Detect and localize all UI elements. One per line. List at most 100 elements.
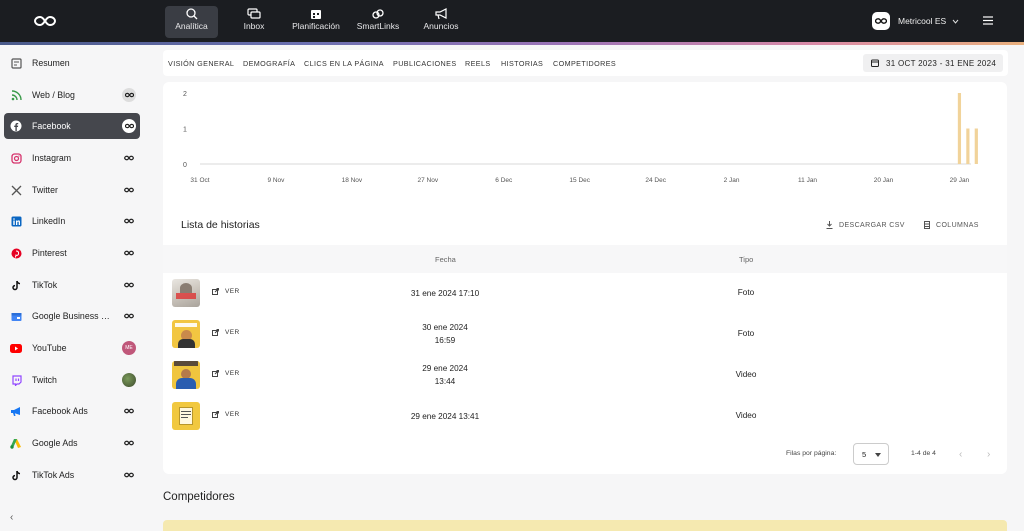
columns-button[interactable]: COLUMNAS — [924, 221, 979, 229]
account-switcher[interactable]: Metricool ES — [872, 12, 959, 30]
linkedin-icon — [10, 215, 22, 227]
sidebar-item-label: LinkedIn — [32, 216, 66, 226]
nav-inbox[interactable]: Inbox — [234, 6, 274, 38]
story-thumbnail[interactable] — [172, 320, 200, 348]
table-row: VER 31 ene 2024 17:10 Foto — [163, 273, 1007, 314]
sidebar-item-resumen[interactable]: Resumen — [4, 50, 140, 76]
columns-icon — [924, 221, 930, 229]
download-csv-button[interactable]: DESCARGAR CSV — [826, 221, 905, 229]
sidebar-item-label: Google Business … — [32, 311, 110, 321]
story-date: 29 ene 2024 13:41 — [410, 412, 480, 421]
x-tick-label: 18 Nov — [342, 177, 363, 184]
metricool-logo-icon[interactable] — [34, 14, 56, 28]
external-link-icon — [212, 329, 219, 336]
connected-badge-icon — [122, 246, 136, 260]
story-thumbnail[interactable] — [172, 402, 200, 430]
prev-page-chevron-icon[interactable]: ‹ — [959, 449, 962, 460]
collapse-sidebar-chevron-icon[interactable]: ‹ — [10, 512, 13, 523]
connected-badge-icon — [122, 119, 136, 133]
tab-clics[interactable]: Clics en la página — [304, 59, 384, 68]
tab-historias[interactable]: Historias — [501, 59, 543, 68]
sidebar-item-label: Web / Blog — [32, 90, 75, 100]
facebook-icon — [10, 120, 22, 132]
top-bar: Analítica Inbox Planificación SmartLinks… — [0, 0, 1024, 42]
chart-bar — [957, 93, 962, 164]
story-thumbnail[interactable] — [172, 361, 200, 389]
connected-badge-icon — [122, 468, 136, 482]
sidebar-item-twitter[interactable]: Twitter — [4, 177, 140, 203]
sidebar-item-pinterest[interactable]: Pinterest — [4, 240, 140, 266]
column-header-date[interactable]: Fecha — [435, 255, 456, 264]
sidebar-item-label: Twitter — [32, 185, 58, 195]
x-icon — [10, 184, 22, 196]
sidebar-item-google-ads[interactable]: Google Ads — [4, 430, 140, 456]
google-ads-icon — [10, 437, 22, 449]
nav-anuncios[interactable]: Anuncios — [420, 6, 462, 38]
tab-vision-general[interactable]: Visión general — [168, 59, 234, 68]
chart-bar — [966, 128, 970, 164]
tab-reels[interactable]: Reels — [465, 59, 491, 68]
chevron-down-icon — [952, 19, 959, 24]
sidebar-item-label: Google Ads — [32, 438, 78, 448]
stories-list-title: Lista de historias — [181, 219, 260, 231]
story-date-day: 29 ene 2024 — [422, 364, 468, 373]
story-type: Video — [735, 411, 757, 420]
sidebar-item-label: TikTok Ads — [32, 470, 75, 480]
sidebar-item-tiktok-ads[interactable]: TikTok Ads — [4, 462, 140, 488]
rows-per-page-select[interactable]: 5 — [853, 443, 889, 465]
link-icon — [372, 9, 384, 19]
tab-competidores[interactable]: Competidores — [553, 59, 616, 68]
youtube-icon — [10, 342, 22, 354]
story-thumbnail[interactable] — [172, 279, 200, 307]
rss-icon — [10, 89, 22, 101]
sidebar-item-twitch[interactable]: Twitch — [4, 367, 140, 393]
x-tick-label: 27 Nov — [418, 177, 439, 184]
x-tick-label: 6 Dec — [495, 177, 513, 184]
date-range-picker[interactable]: 31 OCT 2023 - 31 ENE 2024 — [863, 54, 1003, 72]
megaphone-icon — [435, 8, 447, 20]
column-header-type[interactable]: Tipo — [739, 255, 753, 264]
sidebar-item-youtube[interactable]: YouTube ME — [4, 335, 140, 361]
sidebar-item-web-blog[interactable]: Web / Blog — [4, 82, 140, 108]
ads-megaphone-icon — [10, 405, 22, 417]
table-row: VER 30 ene 2024 16:59 Foto — [163, 314, 1007, 355]
story-date-time: 16:59 — [434, 336, 456, 345]
calendar-icon — [871, 59, 879, 67]
nav-analitica[interactable]: Analítica — [165, 6, 218, 38]
external-link-icon — [212, 370, 219, 377]
sidebar-item-tiktok[interactable]: TikTok — [4, 272, 140, 298]
x-tick-label: 2 Jan — [724, 177, 740, 184]
sidebar: Resumen Web / Blog Facebook Instagram Tw… — [0, 45, 148, 531]
instagram-icon — [10, 152, 22, 164]
sidebar-item-facebook[interactable]: Facebook — [4, 113, 140, 139]
sidebar-item-linkedin[interactable]: LinkedIn — [4, 208, 140, 234]
sidebar-item-facebook-ads[interactable]: Facebook Ads — [4, 398, 140, 424]
view-story-link[interactable]: VER — [212, 411, 240, 418]
view-story-link[interactable]: VER — [212, 370, 240, 377]
view-story-link[interactable]: VER — [212, 288, 240, 295]
tab-publicaciones[interactable]: Publicaciones — [393, 59, 457, 68]
download-csv-label: DESCARGAR CSV — [839, 221, 905, 229]
view-label: VER — [225, 411, 240, 418]
sidebar-item-label: Twitch — [32, 375, 57, 385]
sidebar-item-instagram[interactable]: Instagram — [4, 145, 140, 171]
pagination-range: 1-4 de 4 — [911, 450, 936, 457]
x-tick-label: 29 Jan — [950, 177, 970, 184]
competitors-section-title: Competidores — [163, 491, 235, 503]
inbox-icon — [247, 8, 261, 19]
account-name: Metricool ES — [898, 16, 947, 26]
nav-planificacion[interactable]: Planificación — [288, 6, 344, 38]
connected-badge-icon — [122, 309, 136, 323]
nav-label: Planificación — [292, 21, 340, 31]
hamburger-menu-icon[interactable] — [983, 16, 993, 25]
sidebar-item-google-business[interactable]: Google Business … — [4, 303, 140, 329]
story-type: Foto — [737, 288, 755, 297]
metricool-logo-icon — [875, 18, 887, 24]
view-story-link[interactable]: VER — [212, 329, 240, 336]
nav-smartlinks[interactable]: SmartLinks — [355, 6, 401, 38]
download-icon — [826, 221, 833, 229]
nav-label: Inbox — [243, 21, 265, 31]
twitch-icon — [10, 374, 22, 386]
tab-demografia[interactable]: Demografía — [243, 59, 295, 68]
next-page-chevron-icon[interactable]: › — [987, 449, 990, 460]
